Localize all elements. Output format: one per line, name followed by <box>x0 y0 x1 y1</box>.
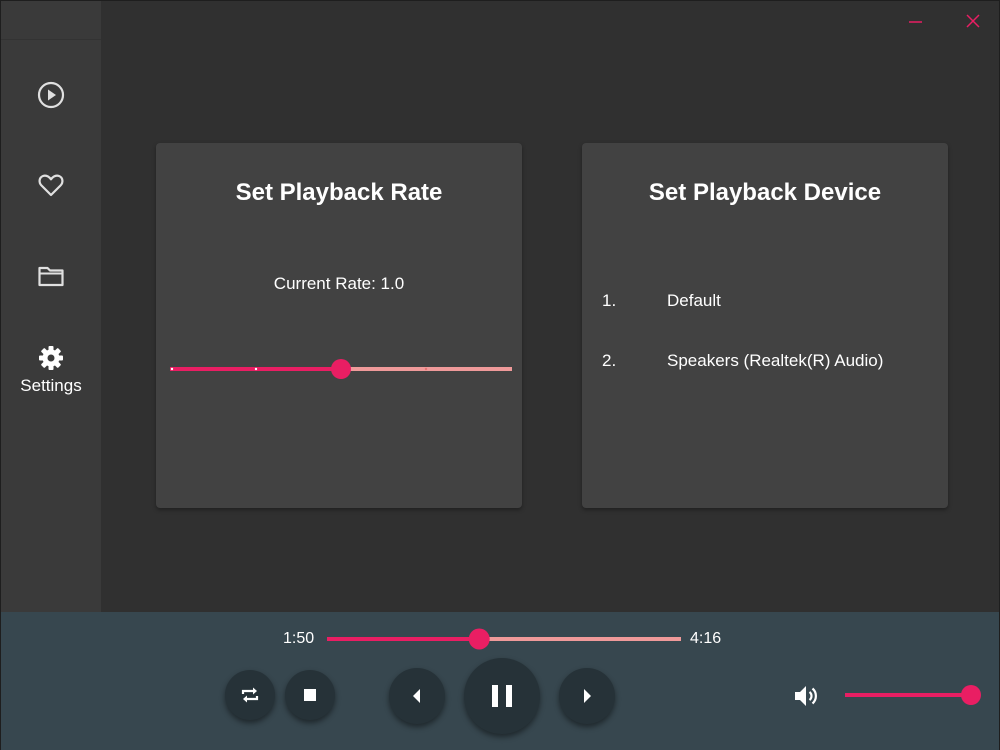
app-window: Settings Set Playback Rate Current Rate:… <box>0 0 1000 750</box>
device-name: Default <box>667 291 721 310</box>
card-title: Set Playback Rate <box>235 179 443 206</box>
device-name: Speakers (Realtek(R) Audio) <box>667 351 884 370</box>
gear-icon <box>39 346 63 370</box>
slider-tick <box>424 367 428 371</box>
playback-rate-slider[interactable] <box>170 359 512 379</box>
heart-icon <box>38 174 64 197</box>
sidebar-item-settings[interactable]: Settings <box>1 337 101 403</box>
stop-button[interactable] <box>285 670 335 720</box>
sidebar-divider <box>1 39 101 40</box>
slider-thumb[interactable] <box>331 359 351 379</box>
player-bar: 1:50 4:16 <box>1 612 999 750</box>
folder-icon <box>38 266 64 287</box>
playback-rate-card: Set Playback Rate Current Rate: 1.0 <box>156 143 522 508</box>
previous-icon <box>413 689 420 703</box>
close-icon <box>966 14 980 28</box>
repeat-button[interactable] <box>225 670 275 720</box>
sidebar-item-favorites[interactable] <box>1 155 101 215</box>
device-number: 1. <box>602 291 617 310</box>
total-time: 4:16 <box>690 630 722 647</box>
device-list-item[interactable]: 1. Default <box>602 291 932 317</box>
current-time: 1:50 <box>283 630 315 647</box>
seek-slider[interactable] <box>327 628 681 650</box>
minimize-icon <box>909 21 922 23</box>
sidebar: Settings <box>1 1 101 612</box>
previous-button[interactable] <box>389 668 445 724</box>
volume-slider[interactable] <box>845 684 983 706</box>
repeat-icon <box>241 687 259 703</box>
playback-device-card: Set Playback Device 1. Default 2. Speake… <box>582 143 948 508</box>
slider-thumb[interactable] <box>961 685 981 705</box>
sidebar-item-now-playing[interactable] <box>1 65 101 125</box>
next-button[interactable] <box>559 668 615 724</box>
pause-icon <box>492 685 512 707</box>
device-number: 2. <box>602 351 617 370</box>
volume-icon[interactable] <box>793 683 821 709</box>
card-title: Set Playback Device <box>648 179 882 206</box>
play-circle-icon <box>37 81 65 109</box>
pause-button[interactable] <box>464 658 540 734</box>
stop-icon <box>304 689 316 701</box>
current-rate-label: Current Rate: 1.0 <box>273 274 405 293</box>
close-button[interactable] <box>959 9 987 33</box>
sidebar-item-library[interactable] <box>1 246 101 306</box>
slider-tick <box>170 367 174 371</box>
minimize-button[interactable] <box>901 9 929 33</box>
next-icon <box>584 689 591 703</box>
slider-thumb[interactable] <box>468 628 490 650</box>
device-list-item[interactable]: 2. Speakers (Realtek(R) Audio) <box>602 351 932 377</box>
slider-tick <box>254 367 258 371</box>
sidebar-item-label: Settings <box>20 376 82 395</box>
